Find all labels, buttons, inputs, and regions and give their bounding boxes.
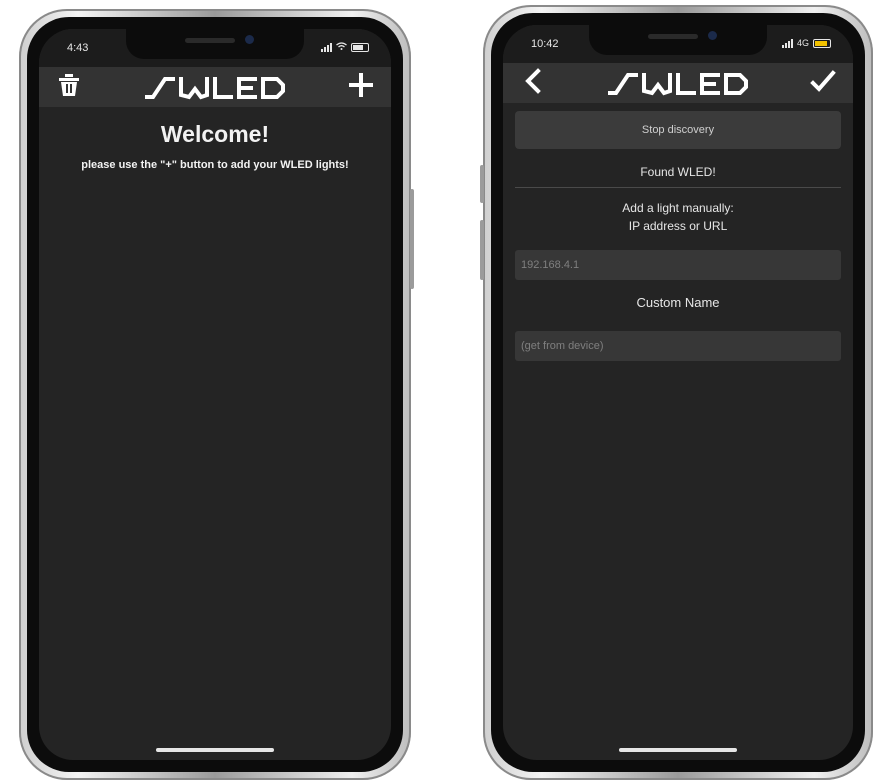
ip-address-input[interactable] [515,250,841,280]
confirm-button[interactable] [801,63,845,103]
volume-button [480,220,484,280]
status-time: 4:43 [67,42,89,54]
notch [126,29,304,59]
plus-icon [348,72,374,103]
network-type: 4G [796,38,809,48]
home-indicator[interactable] [156,748,274,752]
divider [515,187,841,188]
navbar [503,63,853,103]
navbar [39,67,391,107]
phone-frame-left: 4:43 Welcome! please use the "+" button … [19,9,414,780]
welcome-message: please use the "+" button to add your WL… [81,159,349,171]
add-button[interactable] [339,67,383,107]
status-icons [321,42,369,52]
phone-bezel: 10:42 4G Stop discovery Found WLED! Add … [491,13,865,772]
welcome-title: Welcome! [160,121,270,147]
wled-logo [606,69,750,102]
screen-welcome: 4:43 Welcome! please use the "+" button … [39,29,391,760]
delete-button[interactable] [47,67,91,107]
checkmark-icon [810,69,836,98]
custom-name-label: Custom Name [636,295,720,310]
status-icons: 4G [781,38,831,48]
status-time: 10:42 [531,38,559,50]
add-manual-line-2: IP address or URL [628,219,728,233]
trash-icon [58,73,80,102]
screen-add-light: 10:42 4G Stop discovery Found WLED! Add … [503,25,853,760]
battery-icon [351,42,369,52]
camera [245,35,254,44]
stop-discovery-button[interactable]: Stop discovery [515,111,841,149]
add-manual-label: Add a light manually: IP address or URL [503,199,853,235]
phone-frame-right: 10:42 4G Stop discovery Found WLED! Add … [480,5,873,780]
signal-icon [781,38,793,48]
camera [708,31,717,40]
speaker [185,38,235,43]
side-button [480,165,484,203]
speaker [648,34,698,39]
back-chevron-icon [524,67,542,99]
notch [589,25,767,55]
add-manual-line-1: Add a light manually: [622,201,734,215]
custom-name-input[interactable] [515,331,841,361]
back-button[interactable] [511,63,555,103]
signal-icon [321,42,332,52]
wifi-icon [336,42,347,52]
side-button [410,189,414,289]
found-status: Found WLED! [640,165,716,179]
home-indicator[interactable] [619,748,737,752]
phone-bezel: 4:43 Welcome! please use the "+" button … [27,17,403,772]
wled-logo [143,73,287,106]
battery-icon [813,38,831,48]
